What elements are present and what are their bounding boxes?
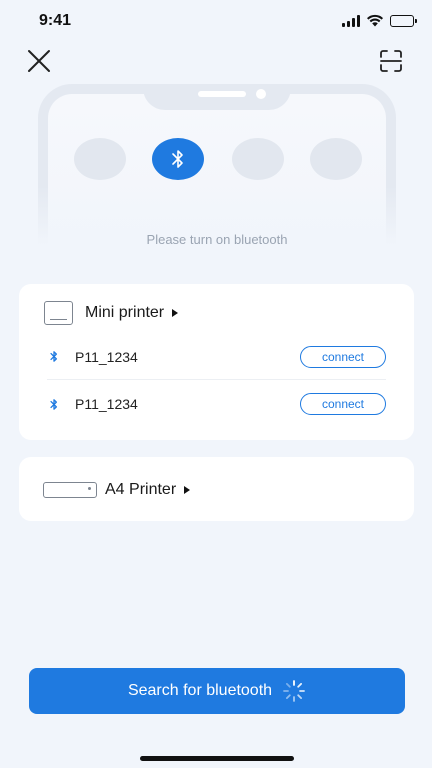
status-bar: 9:41 <box>0 0 432 44</box>
battery-icon <box>390 14 417 27</box>
a4-printer-header[interactable]: A4 Printer <box>43 477 414 503</box>
bluetooth-app-circle <box>152 138 204 180</box>
status-time: 9:41 <box>39 12 72 29</box>
a4-printer-icon <box>43 482 97 498</box>
placeholder-app-circle <box>310 138 362 180</box>
cellular-signal-icon <box>342 14 360 27</box>
bluetooth-icon <box>47 397 61 411</box>
phone-illustration: Please turn on bluetooth <box>36 84 398 256</box>
triangle-right-icon <box>184 486 191 494</box>
turn-on-bluetooth-hint: Please turn on bluetooth <box>146 232 288 247</box>
device-row: P11_1234 connect <box>47 334 386 380</box>
connect-button[interactable]: connect <box>300 393 386 415</box>
search-bluetooth-button[interactable]: Search for bluetooth <box>29 668 405 714</box>
a4-printer-title: A4 Printer <box>105 481 177 498</box>
search-bluetooth-label: Search for bluetooth <box>127 682 273 699</box>
mini-printer-icon <box>44 301 73 325</box>
bluetooth-icon <box>172 150 183 168</box>
wifi-icon <box>367 14 383 27</box>
scan-button[interactable] <box>378 48 404 74</box>
close-icon <box>28 50 50 72</box>
loading-spinner-icon <box>283 680 305 702</box>
scan-icon <box>380 50 402 72</box>
device-name: P11_1234 <box>75 348 138 365</box>
placeholder-app-circle <box>74 138 126 180</box>
a4-printer-card[interactable]: A4 Printer <box>19 457 414 521</box>
device-name: P11_1234 <box>75 396 138 412</box>
status-icons <box>342 14 417 27</box>
mini-printer-header[interactable]: Mini printer <box>44 300 414 326</box>
mini-printer-title: Mini printer <box>85 304 165 321</box>
device-row: P11_1234 connect <box>47 381 386 427</box>
home-indicator <box>140 756 294 761</box>
close-button[interactable] <box>26 48 52 74</box>
triangle-right-icon <box>172 309 179 317</box>
phone-notch <box>143 84 291 110</box>
bluetooth-icon <box>47 350 61 364</box>
placeholder-app-circle <box>232 138 284 180</box>
mini-printer-card: Mini printer P11_1234 connect P11_1234 c… <box>19 284 414 440</box>
connect-button[interactable]: connect <box>300 345 386 368</box>
